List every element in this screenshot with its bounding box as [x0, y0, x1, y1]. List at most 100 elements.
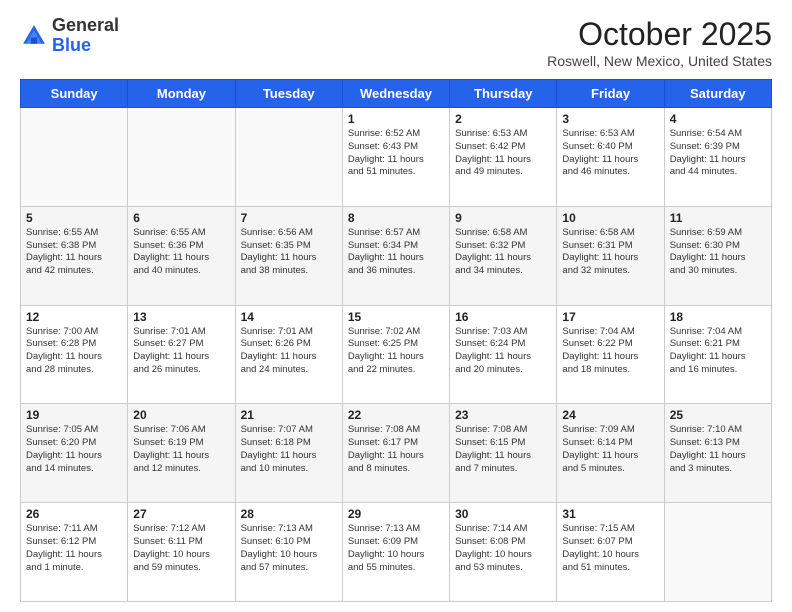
cell-info: Sunrise: 6:59 AM Sunset: 6:30 PM Dayligh… [670, 227, 766, 278]
calendar-cell: 14 Sunrise: 7:01 AM Sunset: 6:26 PM Dayli… [235, 305, 342, 404]
calendar-cell: 7Sunrise: 6:56 AM Sunset: 6:35 PM Daylig… [235, 206, 342, 305]
cell-info: Sunrise: 6:53 AM Sunset: 6:42 PM Dayligh… [455, 128, 551, 179]
page: General Blue October 2025 Roswell, New M… [0, 0, 792, 612]
calendar-cell: 30 Sunrise: 7:14 AM Sunset: 6:08 PM Dayli… [450, 503, 557, 602]
calendar-cell: 20 Sunrise: 7:06 AM Sunset: 6:19 PM Dayli… [128, 404, 235, 503]
col-header-tuesday: Tuesday [235, 80, 342, 108]
day-number: 1 [348, 112, 444, 126]
logo-blue: Blue [52, 35, 91, 55]
cell-info: Sunrise: 7:12 AM Sunset: 6:11 PM Dayligh… [133, 523, 229, 574]
cell-info: Sunrise: 7:03 AM Sunset: 6:24 PM Dayligh… [455, 326, 551, 377]
calendar-cell: 21 Sunrise: 7:07 AM Sunset: 6:18 PM Dayli… [235, 404, 342, 503]
day-number: 12 [26, 310, 122, 324]
cell-info: Sunrise: 7:00 AM Sunset: 6:28 PM Dayligh… [26, 326, 122, 377]
cell-info: Sunrise: 6:55 AM Sunset: 6:36 PM Dayligh… [133, 227, 229, 278]
calendar-cell: 23Sunrise: 7:08 AM Sunset: 6:15 PM Dayli… [450, 404, 557, 503]
calendar-cell [128, 108, 235, 207]
day-number: 30 [455, 507, 551, 521]
day-number: 8 [348, 211, 444, 225]
calendar-cell: 3Sunrise: 6:53 AM Sunset: 6:40 PM Daylig… [557, 108, 664, 207]
day-number: 11 [670, 211, 766, 225]
day-number: 15 [348, 310, 444, 324]
calendar-cell: 9Sunrise: 6:58 AM Sunset: 6:32 PM Daylig… [450, 206, 557, 305]
calendar-cell: 2 Sunrise: 6:53 AM Sunset: 6:42 PM Daylig… [450, 108, 557, 207]
calendar-cell [664, 503, 771, 602]
cell-info: Sunrise: 7:07 AM Sunset: 6:18 PM Dayligh… [241, 424, 337, 475]
cell-info: Sunrise: 6:53 AM Sunset: 6:40 PM Dayligh… [562, 128, 658, 179]
day-number: 9 [455, 211, 551, 225]
day-number: 25 [670, 408, 766, 422]
day-number: 17 [562, 310, 658, 324]
day-number: 26 [26, 507, 122, 521]
calendar-cell: 5 Sunrise: 6:55 AM Sunset: 6:38 PM Daylig… [21, 206, 128, 305]
calendar-cell: 1 Sunrise: 6:52 AM Sunset: 6:43 PM Daylig… [342, 108, 449, 207]
cell-info: Sunrise: 7:10 AM Sunset: 6:13 PM Dayligh… [670, 424, 766, 475]
calendar-week-1: 1 Sunrise: 6:52 AM Sunset: 6:43 PM Daylig… [21, 108, 772, 207]
calendar-cell: 4 Sunrise: 6:54 AM Sunset: 6:39 PM Daylig… [664, 108, 771, 207]
day-number: 2 [455, 112, 551, 126]
calendar-cell: 16 Sunrise: 7:03 AM Sunset: 6:24 PM Dayli… [450, 305, 557, 404]
cell-info: Sunrise: 6:56 AM Sunset: 6:35 PM Dayligh… [241, 227, 337, 278]
logo: General Blue [20, 16, 119, 56]
cell-info: Sunrise: 6:52 AM Sunset: 6:43 PM Dayligh… [348, 128, 444, 179]
day-number: 28 [241, 507, 337, 521]
location: Roswell, New Mexico, United States [547, 53, 772, 69]
calendar-cell: 19Sunrise: 7:05 AM Sunset: 6:20 PM Dayli… [21, 404, 128, 503]
calendar-cell: 17 Sunrise: 7:04 AM Sunset: 6:22 PM Dayli… [557, 305, 664, 404]
header: General Blue October 2025 Roswell, New M… [20, 16, 772, 69]
cell-info: Sunrise: 6:54 AM Sunset: 6:39 PM Dayligh… [670, 128, 766, 179]
cell-info: Sunrise: 7:04 AM Sunset: 6:22 PM Dayligh… [562, 326, 658, 377]
cell-info: Sunrise: 7:14 AM Sunset: 6:08 PM Dayligh… [455, 523, 551, 574]
col-header-thursday: Thursday [450, 80, 557, 108]
col-header-wednesday: Wednesday [342, 80, 449, 108]
calendar-cell: 12 Sunrise: 7:00 AM Sunset: 6:28 PM Dayli… [21, 305, 128, 404]
calendar-cell: 31 Sunrise: 7:15 AM Sunset: 6:07 PM Dayli… [557, 503, 664, 602]
day-number: 13 [133, 310, 229, 324]
day-number: 31 [562, 507, 658, 521]
logo-text: General Blue [52, 16, 119, 56]
cell-info: Sunrise: 6:58 AM Sunset: 6:31 PM Dayligh… [562, 227, 658, 278]
cell-info: Sunrise: 7:06 AM Sunset: 6:19 PM Dayligh… [133, 424, 229, 475]
cell-info: Sunrise: 7:08 AM Sunset: 6:17 PM Dayligh… [348, 424, 444, 475]
calendar-cell [21, 108, 128, 207]
day-number: 20 [133, 408, 229, 422]
day-number: 21 [241, 408, 337, 422]
col-header-monday: Monday [128, 80, 235, 108]
calendar-cell: 6Sunrise: 6:55 AM Sunset: 6:36 PM Daylig… [128, 206, 235, 305]
calendar-cell: 8Sunrise: 6:57 AM Sunset: 6:34 PM Daylig… [342, 206, 449, 305]
day-number: 4 [670, 112, 766, 126]
calendar-cell: 10 Sunrise: 6:58 AM Sunset: 6:31 PM Dayli… [557, 206, 664, 305]
calendar-week-5: 26 Sunrise: 7:11 AM Sunset: 6:12 PM Dayli… [21, 503, 772, 602]
day-number: 5 [26, 211, 122, 225]
day-number: 10 [562, 211, 658, 225]
cell-info: Sunrise: 7:01 AM Sunset: 6:26 PM Dayligh… [241, 326, 337, 377]
calendar-cell: 11 Sunrise: 6:59 AM Sunset: 6:30 PM Dayli… [664, 206, 771, 305]
calendar-table: SundayMondayTuesdayWednesdayThursdayFrid… [20, 79, 772, 602]
calendar-cell: 15Sunrise: 7:02 AM Sunset: 6:25 PM Dayli… [342, 305, 449, 404]
col-header-friday: Friday [557, 80, 664, 108]
calendar-cell: 25 Sunrise: 7:10 AM Sunset: 6:13 PM Dayli… [664, 404, 771, 503]
col-header-saturday: Saturday [664, 80, 771, 108]
cell-info: Sunrise: 7:11 AM Sunset: 6:12 PM Dayligh… [26, 523, 122, 574]
day-number: 22 [348, 408, 444, 422]
cell-info: Sunrise: 7:01 AM Sunset: 6:27 PM Dayligh… [133, 326, 229, 377]
logo-icon [20, 22, 48, 50]
day-number: 14 [241, 310, 337, 324]
calendar-cell: 29Sunrise: 7:13 AM Sunset: 6:09 PM Dayli… [342, 503, 449, 602]
calendar-week-3: 12 Sunrise: 7:00 AM Sunset: 6:28 PM Dayli… [21, 305, 772, 404]
calendar-cell: 28 Sunrise: 7:13 AM Sunset: 6:10 PM Dayli… [235, 503, 342, 602]
day-number: 18 [670, 310, 766, 324]
cell-info: Sunrise: 7:13 AM Sunset: 6:10 PM Dayligh… [241, 523, 337, 574]
cell-info: Sunrise: 7:04 AM Sunset: 6:21 PM Dayligh… [670, 326, 766, 377]
day-number: 29 [348, 507, 444, 521]
day-number: 19 [26, 408, 122, 422]
calendar-cell: 26 Sunrise: 7:11 AM Sunset: 6:12 PM Dayli… [21, 503, 128, 602]
calendar-week-4: 19Sunrise: 7:05 AM Sunset: 6:20 PM Dayli… [21, 404, 772, 503]
day-number: 16 [455, 310, 551, 324]
calendar-cell: 18 Sunrise: 7:04 AM Sunset: 6:21 PM Dayli… [664, 305, 771, 404]
cell-info: Sunrise: 7:15 AM Sunset: 6:07 PM Dayligh… [562, 523, 658, 574]
cell-info: Sunrise: 7:09 AM Sunset: 6:14 PM Dayligh… [562, 424, 658, 475]
month-title: October 2025 [547, 16, 772, 53]
title-block: October 2025 Roswell, New Mexico, United… [547, 16, 772, 69]
cell-info: Sunrise: 6:55 AM Sunset: 6:38 PM Dayligh… [26, 227, 122, 278]
